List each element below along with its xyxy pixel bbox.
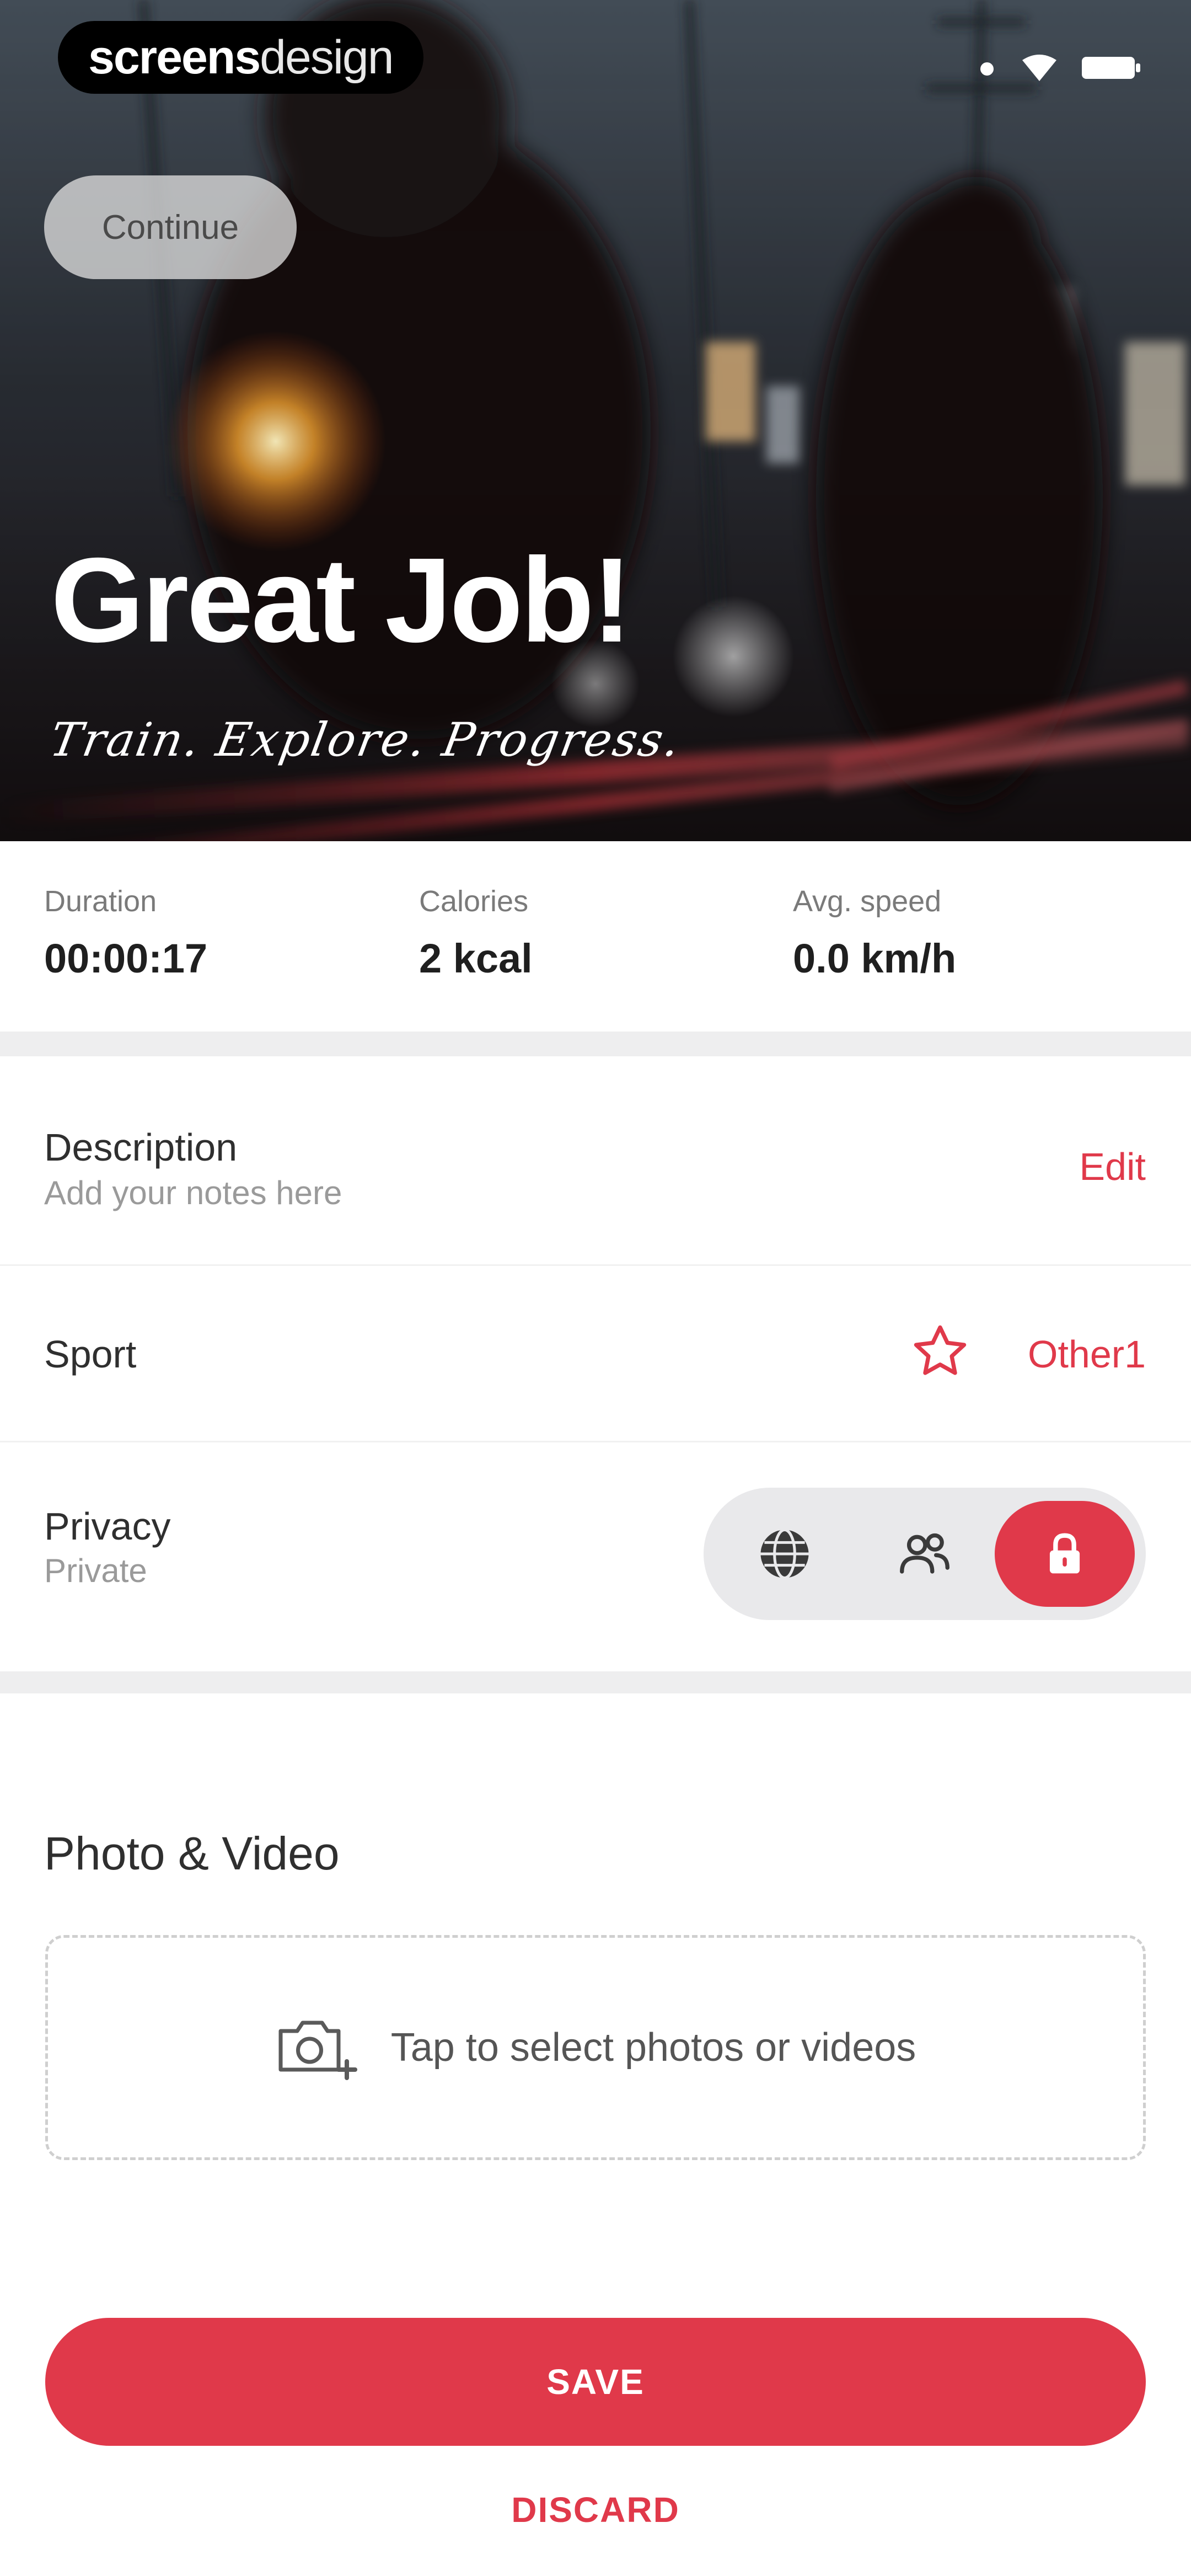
lock-icon: [1049, 1533, 1080, 1574]
stat-label: Calories: [419, 885, 529, 918]
camera-add-icon: [278, 2021, 357, 2080]
stat-label: Avg. speed: [793, 885, 942, 918]
stat-label: Duration: [44, 885, 157, 918]
star-icon[interactable]: [910, 1321, 970, 1382]
wifi-icon: [1022, 55, 1056, 81]
media-picker-prompt: Tap to select photos or videos: [390, 2025, 916, 2070]
sport-value[interactable]: Other1: [1028, 1332, 1146, 1376]
stat-avg-speed: Avg. speed 0.0 km/h: [793, 884, 956, 982]
hero-banner: screens design Continue Great Job! Train.…: [0, 0, 1191, 841]
privacy-toggle: [704, 1488, 1146, 1620]
privacy-option-private[interactable]: [995, 1501, 1135, 1607]
brand-logo-part1: screens: [88, 30, 261, 84]
description-edit-link[interactable]: Edit: [1079, 1145, 1146, 1189]
stat-calories: Calories 2 kcal: [419, 884, 533, 982]
continue-button[interactable]: Continue: [44, 175, 297, 279]
hero-tagline: Train. Explore. Progress.: [46, 713, 686, 767]
discard-button[interactable]: DISCARD: [0, 2482, 1191, 2537]
signal-icon: [980, 62, 994, 76]
status-bar-icons: [976, 52, 1141, 83]
description-title: Description: [44, 1126, 238, 1169]
people-icon: [900, 1533, 949, 1574]
stat-duration: Duration 00:00:17: [44, 884, 207, 982]
workout-stats: Duration 00:00:17 Calories 2 kcal Avg. s…: [0, 841, 1191, 1032]
sport-title: Sport: [44, 1333, 137, 1376]
privacy-option-public[interactable]: [715, 1501, 855, 1607]
save-button[interactable]: SAVE: [45, 2318, 1146, 2446]
privacy-value: Private: [44, 1552, 147, 1589]
stat-value: 2 kcal: [419, 936, 533, 981]
globe-icon: [760, 1528, 809, 1580]
stat-value: 0.0 km/h: [793, 936, 957, 981]
description-row[interactable]: Description Add your notes here Edit: [0, 1056, 1191, 1266]
description-placeholder: Add your notes here: [44, 1174, 342, 1211]
battery-icon: [1082, 57, 1140, 79]
sport-row[interactable]: Sport Other1: [0, 1266, 1191, 1442]
media-picker[interactable]: Tap to select photos or videos: [45, 1935, 1146, 2160]
section-divider: [0, 1671, 1191, 1693]
brand-logo: screens design: [58, 21, 423, 94]
brand-logo-part2: design: [260, 30, 394, 84]
media-section-title: Photo & Video: [44, 1827, 340, 1879]
privacy-row: Privacy Private: [0, 1442, 1191, 1671]
privacy-title: Privacy: [44, 1505, 171, 1548]
privacy-option-friends[interactable]: [855, 1501, 995, 1607]
workout-summary-screen: screens design Continue Great Job! Train.…: [0, 0, 1191, 2576]
section-divider: [0, 1032, 1191, 1056]
hero-title: Great Job!: [51, 533, 632, 667]
stat-value: 00:00:17: [44, 936, 208, 981]
